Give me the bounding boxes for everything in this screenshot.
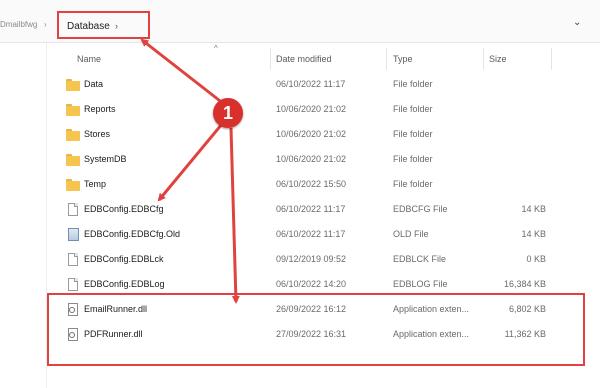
step-number-badge: 1 xyxy=(213,98,243,128)
arrow-to-dll-box xyxy=(229,127,240,304)
arrow-to-breadcrumb xyxy=(140,38,225,106)
arrow-to-edbconfig xyxy=(157,123,224,202)
annotation-arrows xyxy=(140,38,240,304)
